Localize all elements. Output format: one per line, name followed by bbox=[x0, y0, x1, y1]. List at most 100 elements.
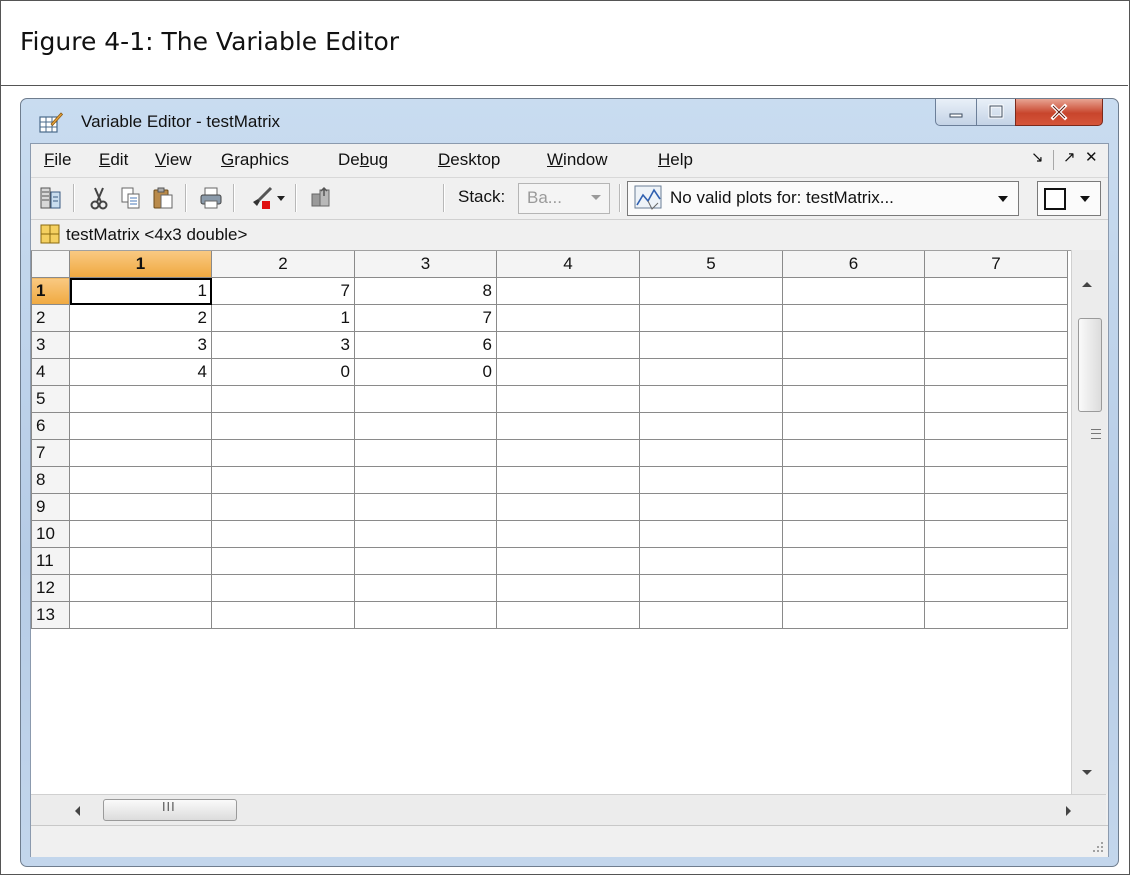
grid-cell[interactable] bbox=[639, 412, 783, 440]
scroll-down-arrow-icon[interactable] bbox=[1082, 770, 1092, 775]
menu-file[interactable]: File bbox=[44, 150, 71, 170]
grid-cell[interactable] bbox=[639, 493, 783, 521]
brush-icon[interactable] bbox=[249, 186, 273, 210]
row-header[interactable]: 9 bbox=[31, 493, 70, 521]
grid-cell[interactable] bbox=[639, 331, 783, 359]
resize-grip-icon[interactable] bbox=[1092, 841, 1104, 853]
grid-cell[interactable]: 0 bbox=[354, 358, 497, 386]
grid-cell[interactable]: 2 bbox=[69, 304, 212, 332]
column-header[interactable]: 4 bbox=[496, 251, 640, 278]
layout-selector-dropdown[interactable] bbox=[1037, 181, 1101, 216]
grid-cell[interactable] bbox=[496, 574, 640, 602]
grid-cell[interactable] bbox=[211, 547, 355, 575]
grid-cell[interactable] bbox=[782, 385, 925, 413]
grid-cell[interactable] bbox=[639, 574, 783, 602]
column-header[interactable]: 7 bbox=[924, 251, 1068, 278]
menu-graphics[interactable]: Graphics bbox=[221, 150, 289, 170]
grid-cell[interactable] bbox=[782, 439, 925, 467]
grid-cell[interactable] bbox=[782, 412, 925, 440]
grid-cell[interactable]: 8 bbox=[354, 277, 497, 305]
grid-cell[interactable] bbox=[69, 520, 212, 548]
grid-cell[interactable] bbox=[924, 331, 1068, 359]
plot-selector-dropdown[interactable]: No valid plots for: testMatrix... bbox=[627, 181, 1019, 216]
grid-cell[interactable]: 3 bbox=[211, 331, 355, 359]
grid-cell[interactable] bbox=[924, 547, 1068, 575]
grid-cell[interactable] bbox=[354, 412, 497, 440]
grid-cell[interactable] bbox=[496, 304, 640, 332]
grid-corner[interactable] bbox=[31, 251, 70, 278]
grid-cell[interactable] bbox=[211, 520, 355, 548]
row-header[interactable]: 1 bbox=[31, 277, 70, 305]
row-header[interactable]: 5 bbox=[31, 385, 70, 413]
grid-cell[interactable] bbox=[69, 601, 212, 629]
grid-cell[interactable] bbox=[496, 358, 640, 386]
grid-cell[interactable] bbox=[211, 439, 355, 467]
cut-icon[interactable] bbox=[87, 186, 111, 210]
grid-cell[interactable] bbox=[69, 466, 212, 494]
menu-help[interactable]: Help bbox=[658, 150, 693, 170]
grid-cell[interactable]: 4 bbox=[69, 358, 212, 386]
column-header[interactable]: 5 bbox=[639, 251, 783, 278]
grid-cell[interactable] bbox=[782, 277, 925, 305]
grid-cell[interactable] bbox=[211, 601, 355, 629]
grid-cell[interactable] bbox=[782, 520, 925, 548]
print-icon[interactable] bbox=[199, 186, 223, 210]
grid-cell[interactable]: 6 bbox=[354, 331, 497, 359]
grid-cell[interactable] bbox=[496, 385, 640, 413]
menu-view[interactable]: View bbox=[155, 150, 192, 170]
title-bar[interactable]: Variable Editor - testMatrix bbox=[21, 99, 1118, 143]
grid-cell[interactable] bbox=[354, 520, 497, 548]
grid-cell[interactable] bbox=[924, 277, 1068, 305]
grid-cell[interactable] bbox=[924, 520, 1068, 548]
grid-cell[interactable] bbox=[496, 520, 640, 548]
grid-cell[interactable] bbox=[639, 358, 783, 386]
grid-cell[interactable] bbox=[782, 493, 925, 521]
vertical-scrollbar[interactable] bbox=[1071, 250, 1107, 794]
grid-cell[interactable] bbox=[924, 304, 1068, 332]
column-header[interactable]: 1 bbox=[69, 251, 212, 278]
close-button[interactable] bbox=[1015, 99, 1103, 126]
grid-cell[interactable] bbox=[639, 547, 783, 575]
grid-cell[interactable] bbox=[496, 547, 640, 575]
grid-cell[interactable] bbox=[69, 574, 212, 602]
grid-cell[interactable] bbox=[354, 466, 497, 494]
row-header[interactable]: 6 bbox=[31, 412, 70, 440]
grid-cell[interactable] bbox=[496, 466, 640, 494]
row-header[interactable]: 12 bbox=[31, 574, 70, 602]
grid-cell[interactable] bbox=[69, 493, 212, 521]
grid-cell[interactable] bbox=[639, 304, 783, 332]
horizontal-scrollbar[interactable]: III bbox=[31, 794, 1106, 825]
scroll-up-arrow-icon[interactable] bbox=[1082, 282, 1092, 287]
grid-cell[interactable] bbox=[782, 574, 925, 602]
grid-cell[interactable] bbox=[924, 601, 1068, 629]
undock-icon[interactable]: ↘ bbox=[1031, 148, 1044, 166]
minimize-button[interactable] bbox=[935, 99, 977, 126]
grid-cell[interactable] bbox=[496, 331, 640, 359]
grid-cell[interactable] bbox=[211, 574, 355, 602]
grid-cell[interactable] bbox=[354, 601, 497, 629]
grid-cell[interactable] bbox=[782, 331, 925, 359]
grid-cell[interactable]: 3 bbox=[69, 331, 212, 359]
grid-cell[interactable] bbox=[354, 574, 497, 602]
grid-cell[interactable] bbox=[924, 466, 1068, 494]
grid-cell[interactable] bbox=[354, 439, 497, 467]
grid-cell[interactable] bbox=[354, 493, 497, 521]
brush-dropdown-arrow[interactable] bbox=[277, 196, 285, 201]
row-header[interactable]: 13 bbox=[31, 601, 70, 629]
grid-cell[interactable]: 1 bbox=[69, 277, 212, 305]
grid-cell[interactable] bbox=[496, 439, 640, 467]
scroll-right-arrow-icon[interactable] bbox=[1066, 806, 1071, 816]
maximize-button[interactable] bbox=[976, 99, 1016, 126]
menu-edit[interactable]: Edit bbox=[99, 150, 128, 170]
paste-icon[interactable] bbox=[151, 186, 175, 210]
grid-cell[interactable]: 7 bbox=[211, 277, 355, 305]
column-header[interactable]: 6 bbox=[782, 251, 925, 278]
grid-cell[interactable] bbox=[924, 574, 1068, 602]
grid-cell[interactable] bbox=[211, 385, 355, 413]
stack-up-icon[interactable] bbox=[309, 186, 333, 210]
horizontal-scroll-thumb[interactable]: III bbox=[103, 799, 237, 821]
copy-icon[interactable] bbox=[119, 186, 143, 210]
row-header[interactable]: 2 bbox=[31, 304, 70, 332]
grid-cell[interactable] bbox=[924, 412, 1068, 440]
grid-cell[interactable] bbox=[496, 277, 640, 305]
